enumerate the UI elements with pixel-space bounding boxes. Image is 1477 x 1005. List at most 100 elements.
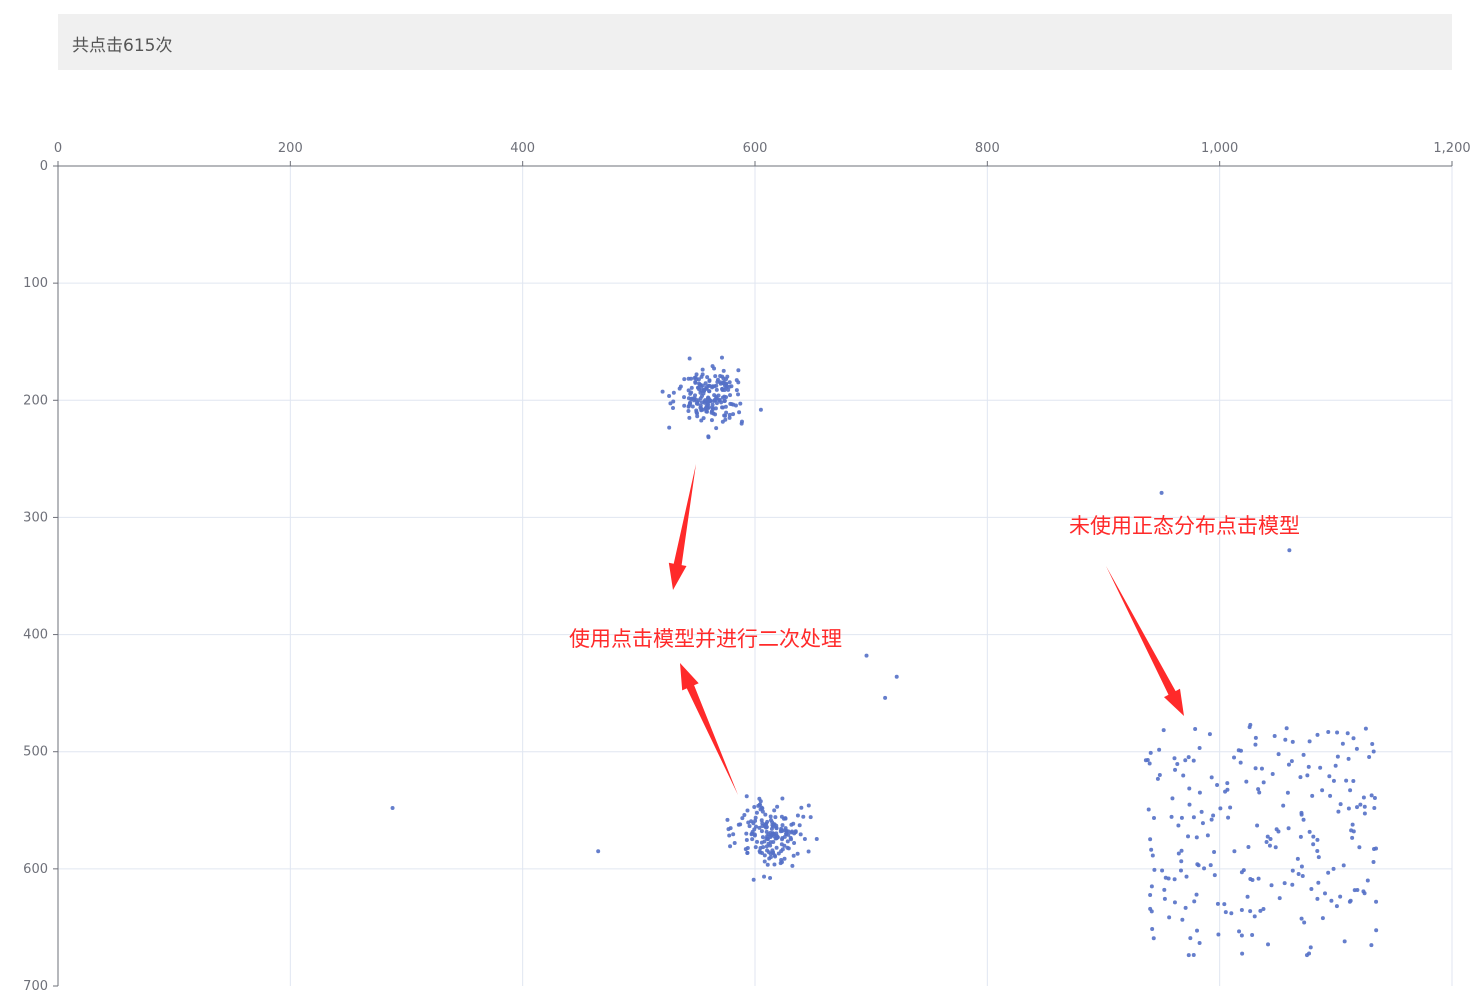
data-point <box>784 831 789 836</box>
data-point <box>736 392 741 397</box>
data-point <box>701 416 706 421</box>
data-point <box>702 399 707 404</box>
data-point <box>1223 910 1228 915</box>
data-point <box>726 827 731 832</box>
data-point <box>1315 732 1320 737</box>
data-point <box>1187 802 1192 807</box>
data-point <box>1327 774 1332 779</box>
data-point <box>696 398 701 403</box>
data-point <box>1186 953 1191 958</box>
data-point <box>1202 866 1207 871</box>
data-point <box>721 368 726 373</box>
data-point <box>729 384 734 389</box>
data-point <box>1287 548 1292 553</box>
data-point <box>744 831 749 836</box>
axes: 0 200 400 600 800 1,000 1,200 0 100 200 300 400 500 6… <box>23 141 1470 994</box>
data-point <box>1301 752 1306 757</box>
data-point <box>1311 842 1316 847</box>
annotation-processed: 使用点击模型并进行二次处理 <box>569 627 842 651</box>
data-point <box>1166 876 1171 881</box>
data-point <box>1178 868 1183 873</box>
data-point <box>1149 884 1154 889</box>
data-point <box>761 845 766 850</box>
data-point <box>1369 793 1374 798</box>
data-point <box>682 403 687 408</box>
data-point <box>1225 781 1230 786</box>
data-point <box>709 410 714 415</box>
data-point <box>1322 891 1327 896</box>
x-tick-label: 200 <box>278 141 303 156</box>
data-point <box>1315 896 1320 901</box>
data-point <box>768 818 773 823</box>
data-point <box>757 849 762 854</box>
data-point <box>1299 864 1304 869</box>
y-tick-label: 0 <box>40 159 48 174</box>
data-point <box>1238 748 1243 753</box>
data-point <box>1348 788 1353 793</box>
data-point <box>1335 754 1340 759</box>
data-point <box>738 401 743 406</box>
data-point <box>1374 899 1379 904</box>
data-point <box>1371 749 1376 754</box>
data-point <box>747 824 752 829</box>
data-point <box>1184 874 1189 879</box>
data-point <box>864 653 869 658</box>
data-point <box>762 874 767 879</box>
data-point <box>660 389 665 394</box>
y-tick-label: 200 <box>23 393 48 408</box>
data-point <box>1315 848 1320 853</box>
data-point <box>700 372 705 377</box>
data-point <box>1228 805 1233 810</box>
data-point <box>1172 877 1177 882</box>
data-point <box>1209 775 1214 780</box>
data-point <box>689 390 694 395</box>
data-point <box>722 398 727 403</box>
data-point <box>1223 789 1228 794</box>
data-point <box>1276 829 1281 834</box>
data-point <box>1195 862 1200 867</box>
data-point <box>1290 882 1295 887</box>
data-point <box>707 378 712 383</box>
data-point <box>1192 899 1197 904</box>
data-point <box>729 402 734 407</box>
data-point <box>745 850 750 855</box>
data-point <box>700 367 705 372</box>
x-tick-label: 0 <box>54 141 62 156</box>
data-point <box>707 383 712 388</box>
data-point <box>1255 823 1260 828</box>
data-point <box>711 398 716 403</box>
data-point <box>806 849 811 854</box>
data-point <box>1309 886 1314 891</box>
data-point <box>1300 874 1305 879</box>
data-point <box>806 803 811 808</box>
data-point <box>765 862 770 867</box>
data-point <box>769 826 774 831</box>
data-point <box>742 813 747 818</box>
data-point <box>1194 892 1199 897</box>
data-point <box>1367 754 1372 759</box>
data-point <box>667 394 672 399</box>
data-point <box>774 825 779 830</box>
data-point <box>1195 928 1200 933</box>
data-point <box>733 403 738 408</box>
data-point <box>778 861 783 866</box>
data-point <box>1151 815 1156 820</box>
data-point <box>1172 900 1177 905</box>
data-point <box>707 389 712 394</box>
data-point <box>1296 872 1301 877</box>
data-point <box>1357 845 1362 850</box>
data-point <box>1308 945 1313 950</box>
data-point <box>1365 878 1370 883</box>
data-point <box>724 381 729 386</box>
data-point <box>1259 766 1264 771</box>
data-point <box>1160 868 1165 873</box>
data-point <box>695 414 700 419</box>
data-point <box>1336 809 1341 814</box>
data-point <box>682 395 687 400</box>
data-point <box>778 829 783 834</box>
data-point <box>1318 765 1323 770</box>
data-point <box>1266 942 1271 947</box>
data-point <box>1167 915 1172 920</box>
data-point <box>723 413 728 418</box>
data-point <box>767 856 772 861</box>
